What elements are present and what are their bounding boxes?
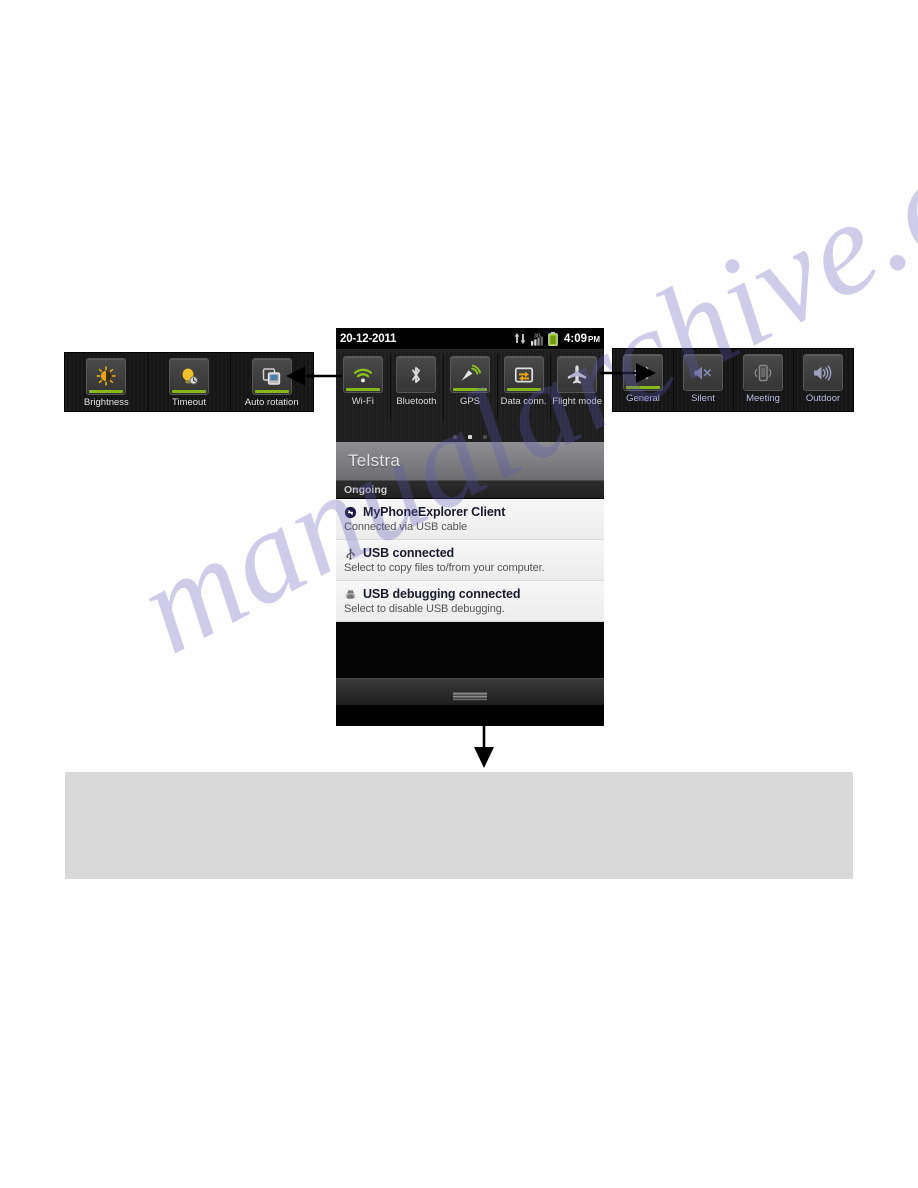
callout-right-item-silent[interactable]: Silent — [673, 349, 733, 411]
quick-toggle-label: Bluetooth — [396, 396, 437, 407]
speaker-loud-icon[interactable] — [803, 354, 843, 391]
data-conn-icon[interactable] — [503, 356, 544, 393]
arrow-pointing-left — [286, 366, 342, 386]
battery-icon — [548, 331, 558, 346]
status-bar-date: 20-12-2011 — [340, 332, 397, 345]
quick-toggle-label: Wi-Fi — [351, 396, 374, 407]
clock-time: 4:09 — [563, 332, 587, 345]
notification-title: USB connected — [363, 546, 455, 560]
android-bug-icon — [344, 588, 357, 601]
status-bar: 20-12-2011 3G 4:09PM — [336, 328, 604, 349]
quick-toggle-flight-mode[interactable]: Flight mode — [550, 354, 604, 420]
bottom-description-panel — [65, 772, 853, 879]
quick-toggle-label: Flight mode — [552, 396, 602, 407]
timeout-bulb-icon[interactable] — [169, 358, 209, 395]
callout-right-item-outdoor[interactable]: Outdoor — [793, 349, 853, 411]
notification-item[interactable]: USB debugging connected Select to disabl… — [336, 581, 604, 622]
callout-right-item-meeting[interactable]: Meeting — [733, 349, 793, 411]
signal-3g-icon: 3G — [530, 332, 544, 346]
sync-circle-icon — [344, 506, 357, 519]
pager-dot-active[interactable] — [468, 435, 472, 439]
usb-icon — [344, 547, 357, 560]
callout-right-item-label: Outdoor — [805, 393, 841, 404]
callout-left-item-label: Timeout — [172, 397, 206, 408]
arrow-pointing-right — [600, 363, 656, 383]
phone-screenshot: 20-12-2011 3G 4:09PM Wi-Fi Bluetooth GPS… — [336, 328, 604, 726]
clock-ampm: PM — [588, 334, 600, 344]
callout-left-item-label: Auto rotation — [244, 397, 299, 408]
notification-description: Select to copy files to/from your comput… — [344, 562, 545, 574]
pager-dot[interactable] — [483, 435, 487, 439]
notification-title: MyPhoneExplorer Client — [363, 505, 506, 519]
wifi-icon[interactable] — [342, 356, 383, 393]
notification-drag-handle[interactable] — [336, 678, 604, 705]
callout-right-item-label: General — [626, 393, 660, 404]
brightness-icon[interactable] — [86, 358, 127, 395]
notification-title-row: MyPhoneExplorer Client — [344, 505, 596, 519]
quick-toggles-pager[interactable] — [336, 435, 604, 439]
quick-toggle-gps[interactable]: GPS — [443, 354, 497, 420]
arrow-pointing-down — [474, 706, 494, 768]
callout-left-item-label: Brightness — [83, 397, 129, 408]
notification-list: MyPhoneExplorer Client Connected via USB… — [336, 499, 604, 622]
speaker-mute-icon[interactable] — [683, 354, 723, 391]
callout-left-item-brightness[interactable]: Brightness — [65, 353, 148, 411]
data-transfer-icon — [514, 332, 526, 345]
quick-toggle-wifi[interactable]: Wi-Fi — [336, 356, 390, 407]
notification-item[interactable]: MyPhoneExplorer Client Connected via USB… — [336, 499, 604, 540]
section-header-label: Ongoing — [344, 483, 388, 496]
gps-icon[interactable] — [449, 356, 490, 393]
carrier-bar: Telstra — [336, 442, 604, 481]
empty-notification-area — [336, 622, 604, 678]
quick-toggle-data-conn[interactable]: Data conn. — [496, 354, 551, 420]
notification-description: Select to disable USB debugging. — [344, 603, 505, 615]
drag-grip-icon — [453, 688, 487, 700]
notification-title-row: USB debugging connected — [344, 587, 596, 601]
quick-toggles-strip: Wi-Fi Bluetooth GPS Data conn. Flight mo… — [336, 349, 604, 442]
pager-dot[interactable] — [453, 435, 457, 439]
notification-item[interactable]: USB connected Select to copy files to/fr… — [336, 540, 604, 581]
notification-description: Connected via USB cable — [344, 521, 468, 533]
status-bar-clock: 4:09PM — [564, 333, 600, 345]
callout-left-item-timeout[interactable]: Timeout — [147, 353, 231, 411]
callout-right-item-label: Silent — [691, 393, 715, 404]
page-root: Brightness Timeout Auto rotation General… — [0, 0, 918, 1188]
svg-text:3G: 3G — [534, 333, 541, 339]
callout-panel-display-toggles: Brightness Timeout Auto rotation — [64, 352, 314, 412]
quick-toggle-label: GPS — [459, 396, 481, 407]
airplane-icon[interactable] — [557, 356, 598, 393]
quick-toggle-bluetooth[interactable]: Bluetooth — [389, 354, 444, 420]
bluetooth-icon[interactable] — [396, 356, 437, 393]
carrier-name: Telstra — [348, 451, 401, 470]
quick-toggle-label: Data conn. — [500, 396, 547, 407]
notification-title: USB debugging connected — [363, 587, 521, 601]
notification-title-row: USB connected — [344, 546, 596, 560]
callout-right-item-label: Meeting — [746, 393, 780, 404]
notifications-section-header: Ongoing — [336, 481, 604, 499]
vibrate-icon[interactable] — [743, 354, 783, 391]
status-bar-icons: 3G 4:09PM — [514, 331, 600, 346]
